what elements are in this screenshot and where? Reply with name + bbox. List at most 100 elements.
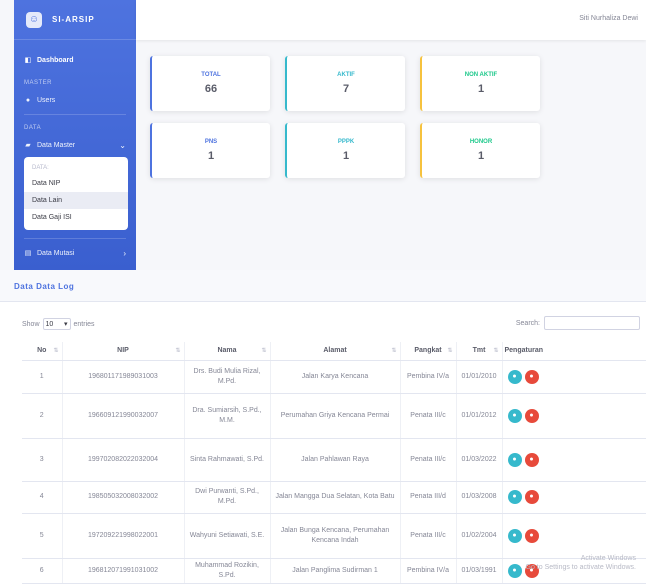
show-label: Show: [22, 320, 40, 328]
header-label: Alamat: [323, 347, 347, 355]
cell-no: 5: [22, 513, 63, 559]
delete-button[interactable]: ●: [524, 408, 539, 423]
table-row: 1 196801171989031003 Drs. Budi Mulia Riz…: [22, 360, 646, 394]
sidebar-item-label: Users: [37, 96, 56, 104]
sidebar-divider: [24, 238, 126, 239]
cell-no: 2: [22, 393, 63, 439]
cell-nip: 199702082022032004: [62, 438, 185, 482]
header-label: No: [37, 347, 47, 355]
stat-card-pppk: PPPK 1: [285, 123, 405, 178]
column-header-alamat[interactable]: Alamat ⇅: [270, 342, 401, 361]
header-label: Tmt: [472, 347, 486, 355]
file-icon: ▤: [24, 250, 32, 257]
sidebar-item-label: Data Master: [37, 141, 76, 149]
cell-actions: ● ●: [502, 393, 646, 439]
entries-value: 10: [45, 320, 54, 328]
delete-button[interactable]: ●: [524, 528, 539, 543]
cell-actions: ● ●: [502, 360, 646, 394]
sidebar-submenu: DATA: Data NIP Data Lain Data Gaji ISI: [24, 157, 128, 230]
sort-icon: ⇅: [53, 348, 59, 354]
view-button[interactable]: ●: [507, 369, 522, 384]
table-title: Data Data Log: [14, 282, 75, 291]
cell-nama: Muhammad Rozikin, S.Pd.: [184, 558, 271, 584]
view-button[interactable]: ●: [507, 408, 522, 423]
table-card-header: Data Data Log: [0, 270, 646, 302]
stat-card-label: Aktif: [337, 72, 355, 78]
sidebar-item-users[interactable]: ● Users: [14, 90, 136, 110]
cell-no: 3: [22, 438, 63, 482]
cell-actions: ● ●: [502, 513, 646, 559]
column-header-nama[interactable]: Nama ⇅: [184, 342, 271, 361]
column-header-pengaturan: Pengaturan: [502, 342, 646, 361]
submenu-item-data-lain[interactable]: Data Lain: [24, 192, 128, 209]
header-label: Pengaturan: [504, 347, 544, 355]
stat-card-value: 1: [477, 150, 485, 162]
cell-no: 1: [22, 360, 63, 394]
column-header-nip[interactable]: NIP ⇅: [62, 342, 185, 361]
cell-tmt: 01/03/2022: [456, 438, 503, 482]
users-icon: ●: [25, 96, 31, 104]
stat-card-label: Honor: [469, 139, 493, 145]
stat-card-pns: PNS 1: [150, 123, 270, 178]
dashboard-area: ☺ SI-ARSIP ◧ Dashboard MASTER ● Users DA…: [0, 0, 646, 270]
column-header-tmt[interactable]: Tmt ⇅: [456, 342, 503, 361]
entries-select[interactable]: 10 ▾: [42, 318, 71, 330]
sidebar: ☺ SI-ARSIP ◧ Dashboard MASTER ● Users DA…: [14, 0, 136, 270]
sort-icon: ⇅: [447, 348, 453, 354]
watermark-line: Go to Settings to activate Windows.: [525, 564, 637, 571]
sidebar-item-data-master[interactable]: ▰ Data Master ⌄: [14, 135, 136, 155]
cell-nama: Dwi Purwanti, S.Pd., M.Pd.: [184, 481, 271, 514]
cell-pangkat: Penata III/d: [400, 481, 457, 514]
table-row: 5 197209221998022001 Wahyuni Setiawati, …: [22, 513, 646, 559]
view-button[interactable]: ●: [507, 528, 522, 543]
stat-card-value: 1: [477, 83, 485, 95]
cell-pangkat: Penata III/c: [400, 513, 457, 559]
sort-icon: ⇅: [391, 348, 397, 354]
activation-watermark: Activate Windows Go to Settings to activ…: [526, 554, 637, 572]
cell-nip: 197209221998022001: [62, 513, 185, 559]
cell-nip: 196609121990032007: [62, 393, 185, 439]
sidebar-item-dashboard[interactable]: ◧ Dashboard: [14, 50, 136, 70]
cell-tmt: 01/01/2012: [456, 393, 503, 439]
stat-card-label: Non Aktif: [464, 72, 498, 78]
search-label: Search:: [515, 319, 540, 327]
search-input[interactable]: [544, 316, 640, 330]
cell-alamat: Jalan Bunga Kencana, Perumahan Kencana I…: [270, 513, 401, 559]
sort-icon: ⇅: [175, 348, 181, 354]
submenu-item-data-gaji[interactable]: Data Gaji ISI: [24, 209, 128, 226]
stat-card-value: 1: [342, 150, 350, 162]
view-button[interactable]: ●: [507, 452, 522, 467]
cell-nama: Dra. Sumiarsih, S.Pd., M.M.: [184, 393, 271, 439]
logo-icon: ☺: [26, 11, 42, 28]
view-button[interactable]: ●: [507, 563, 522, 578]
topbar: Siti Nurhaliza Dewi: [136, 0, 646, 40]
cell-tmt: 01/03/1991: [456, 558, 503, 584]
column-header-no[interactable]: No ⇅: [22, 342, 63, 361]
chevron-down-icon: ⌄: [119, 140, 126, 150]
sidebar-item-label: Dashboard: [37, 56, 74, 64]
stat-card-label: PPPK: [337, 139, 355, 145]
delete-button[interactable]: ●: [524, 369, 539, 384]
delete-button[interactable]: ●: [524, 490, 539, 504]
cell-pangkat: Pembina IV/a: [400, 360, 457, 394]
sort-icon: ⇅: [493, 348, 499, 354]
entries-control: Show 10 ▾ entries: [22, 318, 95, 330]
stat-card-honor: Honor 1: [420, 123, 540, 178]
cell-tmt: 01/03/2008: [456, 481, 503, 514]
search-control: Search:: [516, 316, 640, 330]
stat-card-label: Total: [201, 72, 221, 78]
column-header-pangkat[interactable]: Pangkat ⇅: [400, 342, 457, 361]
cell-nip: 196812071991031002: [62, 558, 185, 584]
sidebar-item-data-mutasi[interactable]: ▤ Data Mutasi ›: [14, 243, 136, 263]
header-label: Pangkat: [414, 347, 442, 355]
sidebar-heading-master: MASTER: [24, 80, 53, 86]
header-label: Nama: [217, 347, 237, 355]
cell-tmt: 01/01/2010: [456, 360, 503, 394]
topbar-user-name[interactable]: Siti Nurhaliza Dewi: [579, 15, 638, 22]
sidebar-brand[interactable]: ☺ SI-ARSIP: [14, 0, 136, 40]
view-button[interactable]: ●: [507, 490, 522, 504]
delete-button[interactable]: ●: [524, 452, 539, 467]
cell-alamat: Jalan Panglima Sudirman 1: [270, 558, 401, 584]
stat-card-value: 7: [342, 83, 350, 95]
submenu-item-data-nip[interactable]: Data NIP: [24, 175, 128, 192]
